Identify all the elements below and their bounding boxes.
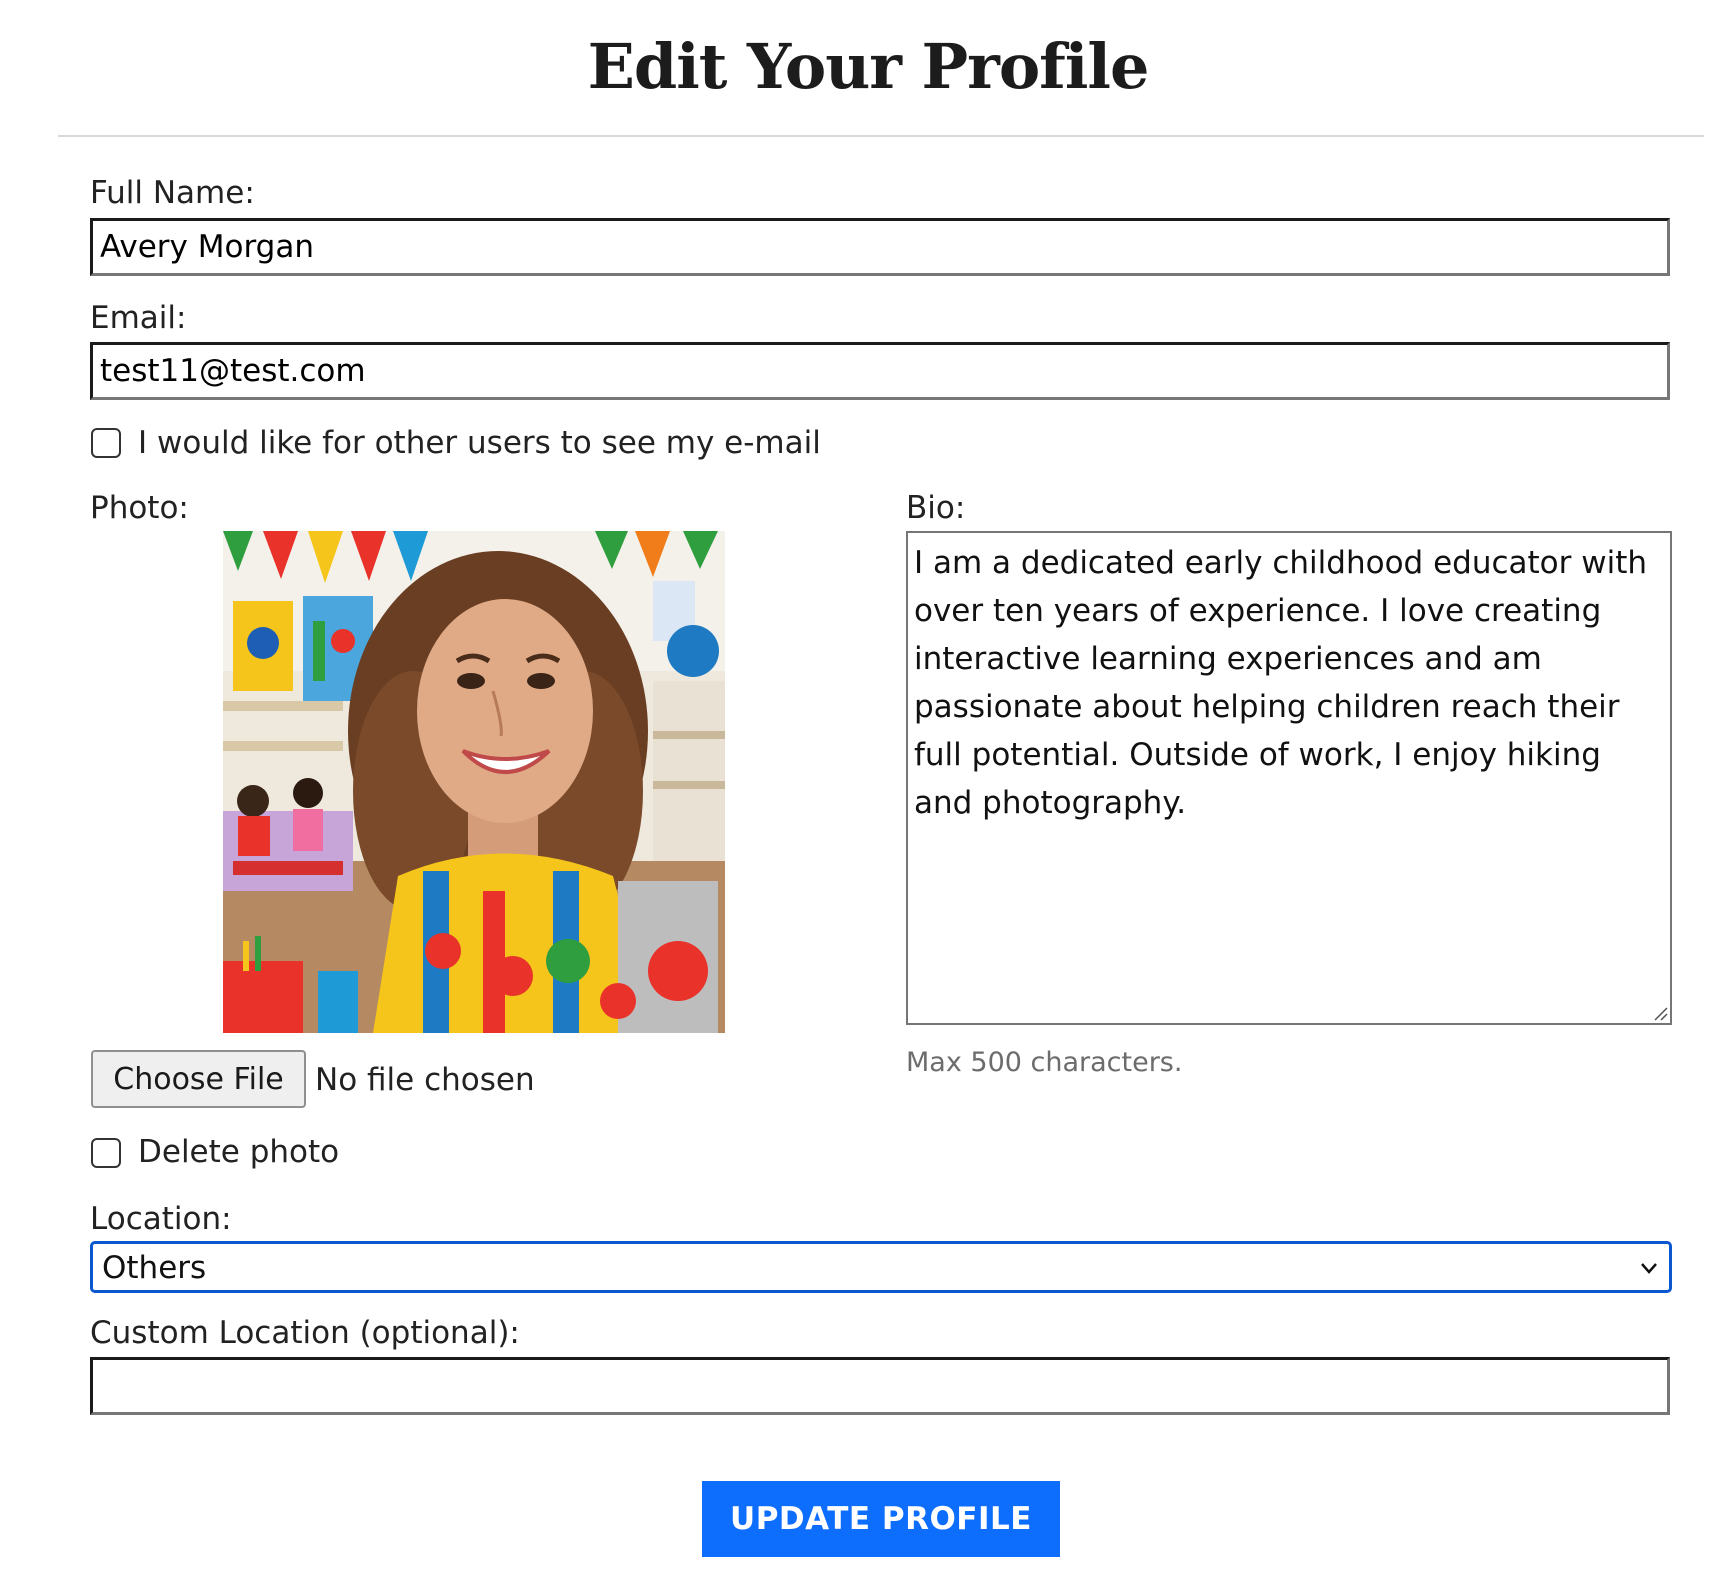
profile-photo-illustration: [223, 531, 725, 1033]
update-profile-button[interactable]: UPDATE PROFILE: [702, 1481, 1060, 1557]
show-email-checkbox[interactable]: [91, 428, 121, 458]
resize-grip-icon[interactable]: [1652, 1005, 1668, 1021]
full-name-input[interactable]: [90, 218, 1670, 276]
show-email-label: I would like for other users to see my e…: [138, 425, 821, 461]
bio-textarea[interactable]: I am a dedicated early childhood educato…: [906, 531, 1672, 1025]
location-select[interactable]: Others: [90, 1241, 1672, 1293]
location-selected-value: Others: [102, 1250, 207, 1286]
title-divider: [58, 135, 1704, 137]
bio-label: Bio:: [906, 490, 966, 526]
full-name-label: Full Name:: [90, 175, 255, 211]
custom-location-input[interactable]: [90, 1357, 1670, 1415]
custom-location-label: Custom Location (optional):: [90, 1315, 520, 1351]
location-label: Location:: [90, 1201, 232, 1237]
photo-label: Photo:: [90, 490, 189, 526]
page-title: Edit Your Profile: [587, 30, 1150, 103]
delete-photo-label: Delete photo: [138, 1134, 340, 1170]
chevron-down-icon: [1641, 1263, 1657, 1274]
delete-photo-checkbox[interactable]: [91, 1138, 121, 1168]
profile-photo: [223, 531, 725, 1033]
email-label: Email:: [90, 300, 187, 336]
file-status-text: No file chosen: [315, 1062, 535, 1098]
bio-helper-text: Max 500 characters.: [906, 1047, 1183, 1078]
email-input[interactable]: [90, 342, 1670, 400]
choose-file-button[interactable]: Choose File: [91, 1050, 306, 1108]
